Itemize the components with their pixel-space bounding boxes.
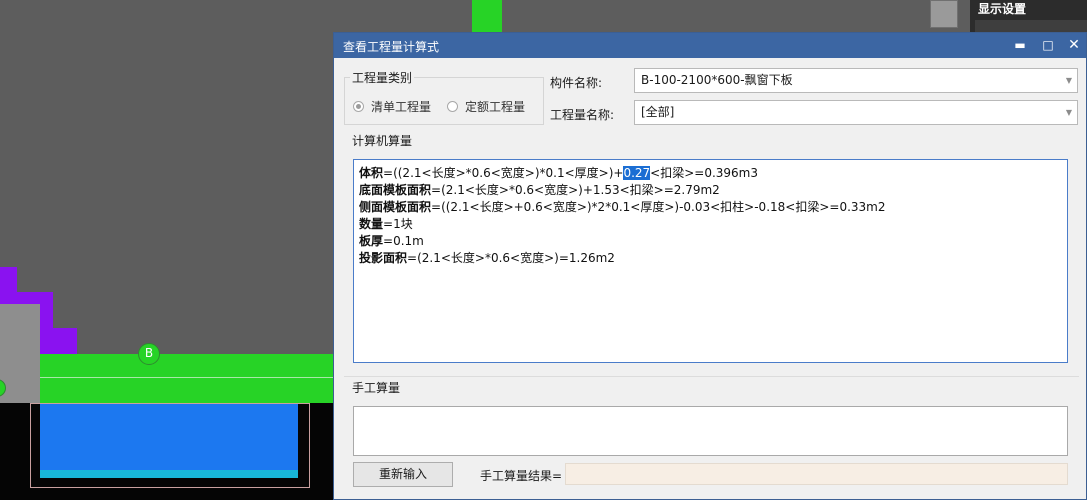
calc-line-formula: =((2.1<长度>*0.6<宽度>)*0.1<厚度>)+ xyxy=(383,166,624,180)
component-name-label: 构件名称: xyxy=(550,76,603,90)
quantity-name-select[interactable]: [全部] ▼ xyxy=(634,100,1078,125)
calc-line-formula: =(2.1<长度>*0.6<宽度>)=1.26m2 xyxy=(407,251,615,265)
calc-line: 底面模板面积=(2.1<长度>*0.6<宽度>)+1.53<扣梁>=2.79m2 xyxy=(359,182,1062,199)
manual-calc-label: 手工算量 xyxy=(350,379,403,396)
calc-line-formula: =1块 xyxy=(383,217,413,231)
manual-result-field xyxy=(565,463,1068,485)
radio-dot-icon xyxy=(447,101,458,112)
dialog-titlebar[interactable]: 查看工程量计算式 ▬ □ ✕ xyxy=(334,33,1086,58)
quantity-type-label: 工程量类别 xyxy=(350,69,415,86)
calc-line-name: 数量 xyxy=(359,217,384,231)
gray-column-shape xyxy=(0,304,40,403)
radio-bill-quantity-label: 清单工程量 xyxy=(371,100,432,114)
chevron-down-icon: ▼ xyxy=(1065,76,1072,85)
computer-calc-label: 计算机算量 xyxy=(350,132,415,149)
calc-line: 数量=1块 xyxy=(359,216,1062,233)
display-settings-title: 显示设置 xyxy=(978,2,1027,16)
view-cube-icon[interactable] xyxy=(930,0,958,28)
calc-line-name: 底面模板面积 xyxy=(359,183,432,197)
calc-line-name: 侧面模板面积 xyxy=(359,200,432,214)
component-name-select[interactable]: B-100-2100*600-飘窗下板 ▼ xyxy=(634,68,1078,93)
calc-line-formula-tail: <扣梁>=0.396m3 xyxy=(650,166,758,180)
beam-edge-line xyxy=(40,377,340,378)
calc-line-name: 投影面积 xyxy=(359,251,408,265)
calc-line: 体积=((2.1<长度>*0.6<宽度>)*0.1<厚度>)+0.27<扣梁>=… xyxy=(359,165,1062,182)
grid-axis-marker-b[interactable]: B xyxy=(138,343,160,365)
radio-norm-quantity-label: 定额工程量 xyxy=(465,100,526,114)
calc-line-formula: =((2.1<长度>+0.6<宽度>)*2*0.1<厚度>)-0.03<扣柱>-… xyxy=(431,200,886,214)
maximize-button[interactable]: □ xyxy=(1034,33,1062,58)
radio-norm-quantity[interactable]: 定额工程量 xyxy=(447,98,525,115)
calc-line: 板厚=0.1m xyxy=(359,233,1062,250)
manual-result-label: 手工算量结果= xyxy=(480,469,563,483)
quantity-formula-dialog: 查看工程量计算式 ▬ □ ✕ 工程量类别 清单工程量 定额工程量 构件名称: B… xyxy=(333,32,1087,500)
calc-line: 投影面积=(2.1<长度>*0.6<宽度>)=1.26m2 xyxy=(359,250,1062,267)
calc-line-formula: =(2.1<长度>*0.6<宽度>)+1.53<扣梁>=2.79m2 xyxy=(431,183,720,197)
chevron-down-icon: ▼ xyxy=(1065,108,1072,117)
computer-calc-textarea[interactable]: 体积=((2.1<长度>*0.6<宽度>)*0.1<厚度>)+0.27<扣梁>=… xyxy=(353,159,1068,363)
selected-text: 0.27 xyxy=(623,166,651,180)
component-name-value: B-100-2100*600-飘窗下板 xyxy=(641,73,793,87)
radio-dot-icon xyxy=(353,101,364,112)
green-beam-shape xyxy=(40,354,340,403)
quantity-name-value: [全部] xyxy=(641,105,675,119)
radio-bill-quantity[interactable]: 清单工程量 xyxy=(353,98,431,115)
calc-line: 侧面模板面积=((2.1<长度>+0.6<宽度>)*2*0.1<厚度>)-0.0… xyxy=(359,199,1062,216)
dialog-title: 查看工程量计算式 xyxy=(343,40,440,54)
close-button[interactable]: ✕ xyxy=(1060,33,1087,58)
selection-outline xyxy=(30,403,310,488)
green-column-shape xyxy=(472,0,502,32)
minimize-button[interactable]: ▬ xyxy=(1006,33,1034,58)
section-divider xyxy=(344,376,1079,377)
manual-calc-input[interactable] xyxy=(353,406,1068,456)
calc-line-formula: =0.1m xyxy=(383,234,424,248)
calc-line-name: 板厚 xyxy=(359,234,384,248)
reenter-button[interactable]: 重新输入 xyxy=(353,462,453,487)
display-settings-tabs[interactable] xyxy=(975,20,1087,32)
calc-line-name: 体积 xyxy=(359,166,384,180)
quantity-name-label: 工程量名称: xyxy=(550,108,615,122)
